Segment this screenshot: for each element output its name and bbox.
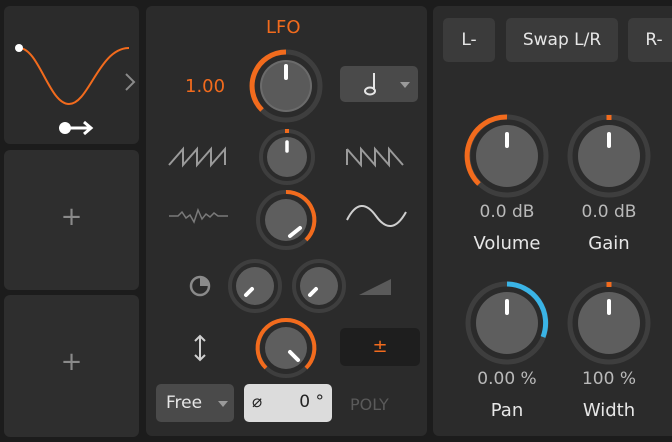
gain-label: Gain	[588, 233, 630, 254]
bipolar-toggle[interactable]: ±	[340, 328, 420, 366]
lfo-shape-preview-icon	[15, 44, 130, 106]
chevron-right-icon[interactable]	[124, 72, 136, 92]
width-knob[interactable]	[565, 279, 653, 367]
quarter-note-icon	[364, 73, 376, 96]
mode-dropdown[interactable]: Free	[156, 384, 234, 422]
chevron-down-icon	[218, 401, 228, 407]
pan-value: 0.00 %	[477, 369, 537, 389]
add-modulator-button[interactable]: +	[4, 347, 139, 377]
delay-knob[interactable]	[226, 257, 284, 315]
router-panel: L- Swap L/R R- 0.0 dB Volume 0.0 dB Gain…	[433, 6, 672, 436]
lfo-panel: LFO 1.00 ± Free ⌀ 0 ° POLY	[146, 6, 427, 436]
volume-label: Volume	[473, 233, 541, 254]
note-value-dropdown[interactable]	[340, 66, 418, 102]
add-modulator-button[interactable]: +	[4, 202, 139, 232]
phase-field[interactable]: ⌀ 0 °	[244, 384, 332, 422]
pan-knob[interactable]	[463, 279, 551, 367]
sine-wave-icon[interactable]	[346, 205, 408, 227]
volume-knob[interactable]	[463, 112, 551, 200]
rate-value[interactable]: 1.00	[185, 76, 225, 97]
modulation-route-icon[interactable]	[57, 118, 97, 138]
width-value: 100 %	[581, 369, 636, 389]
modulator-slot-empty-1[interactable]: +	[4, 150, 139, 290]
volume-value: 0.0 dB	[479, 202, 535, 222]
gain-value: 0.0 dB	[581, 202, 637, 222]
sawtooth-up-icon[interactable]	[168, 146, 230, 168]
vertical-arrows-icon	[194, 334, 206, 362]
pan-label: Pan	[490, 400, 524, 421]
modulator-slot-empty-2[interactable]: +	[4, 295, 139, 437]
right-minus-button[interactable]: R-	[628, 18, 672, 62]
wave-morph-knob[interactable]	[254, 188, 318, 252]
depth-knob[interactable]	[254, 316, 318, 380]
width-label: Width	[582, 400, 636, 421]
fade-in-knob[interactable]	[290, 257, 348, 315]
rate-knob[interactable]	[246, 46, 326, 126]
lfo-title: LFO	[266, 17, 301, 38]
fade-ramp-icon	[359, 279, 391, 295]
phase-value: 0 °	[299, 392, 324, 412]
noise-wave-icon[interactable]	[168, 206, 230, 226]
poly-toggle[interactable]: POLY	[350, 395, 389, 414]
gain-knob[interactable]	[565, 112, 653, 200]
phase-dial-icon	[189, 275, 211, 297]
chevron-down-icon	[400, 82, 410, 88]
phase-symbol: ⌀	[252, 392, 263, 412]
left-minus-button[interactable]: L-	[443, 18, 495, 62]
mode-dropdown-label: Free	[166, 393, 203, 413]
modulator-slot-lfo[interactable]	[4, 6, 139, 144]
swap-lr-button[interactable]: Swap L/R	[506, 18, 618, 62]
shape-knob[interactable]	[257, 127, 317, 187]
sawtooth-down-icon[interactable]	[346, 146, 408, 168]
